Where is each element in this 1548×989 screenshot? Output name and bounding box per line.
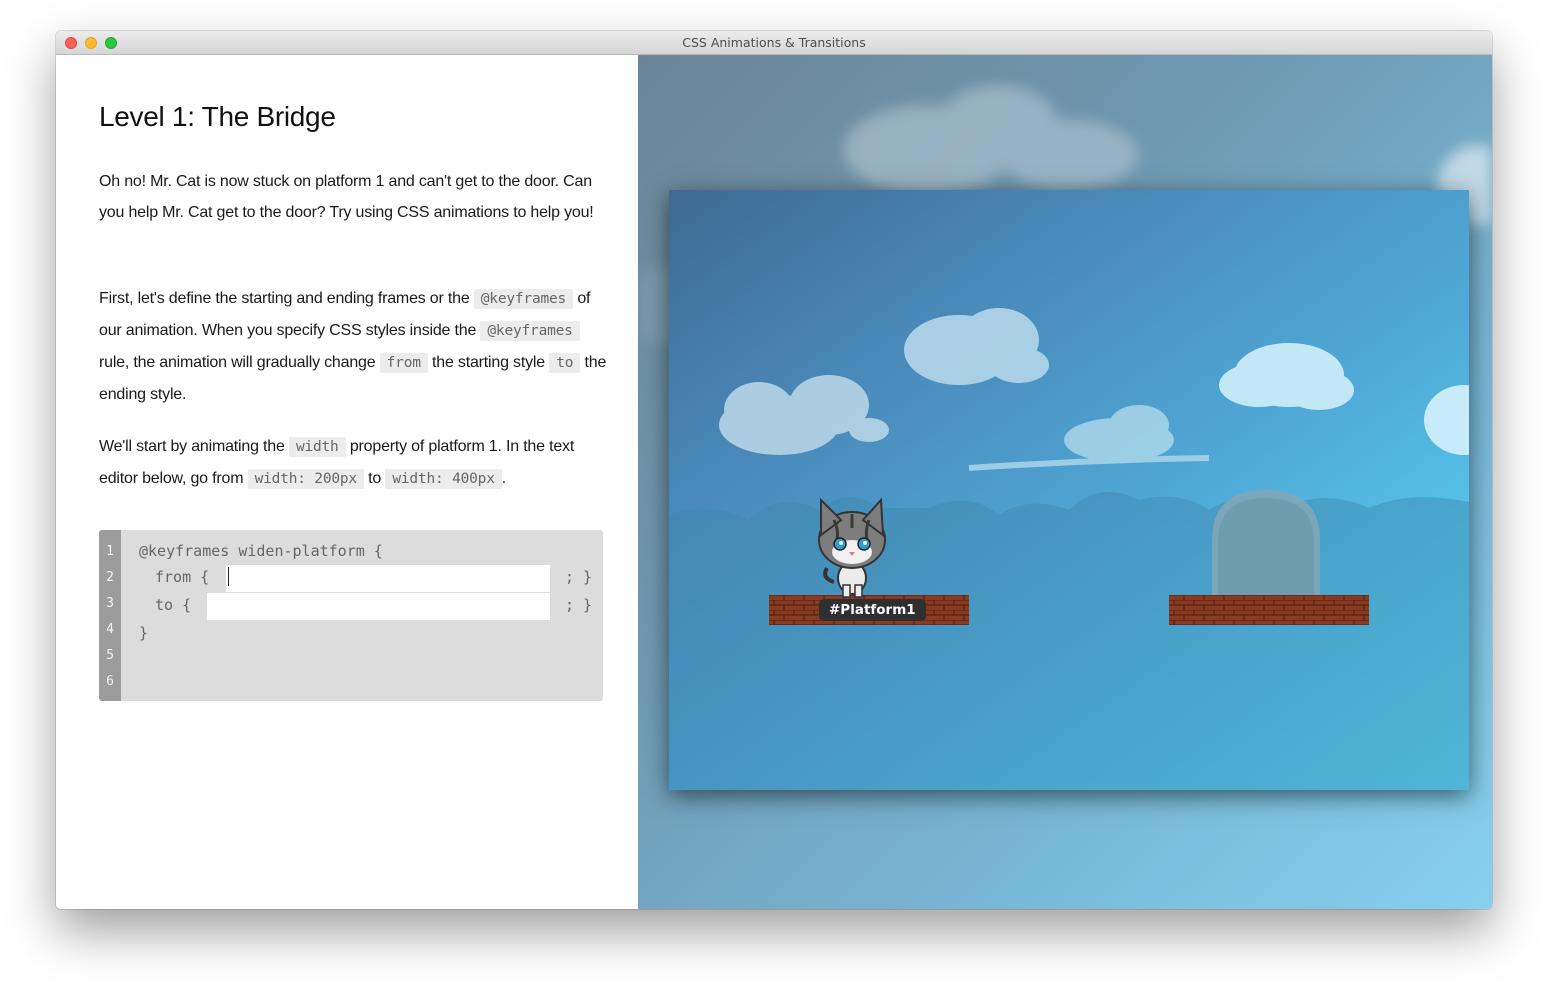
line-number: 5 <box>106 648 114 663</box>
inline-code-keyframes: @keyframes <box>473 289 574 309</box>
line-number-gutter: 1 2 3 4 5 6 <box>99 530 121 701</box>
cloud-icon <box>719 375 889 455</box>
from-value-input[interactable] <box>226 565 550 592</box>
paragraph-text: First, let's define the starting and end… <box>99 290 474 307</box>
line-number: 1 <box>106 544 114 559</box>
inline-code-keyframes: @keyframes <box>480 321 580 341</box>
line-number: 6 <box>106 674 114 689</box>
text-caret <box>228 567 229 586</box>
line-number: 2 <box>106 570 114 585</box>
code-line-close: } <box>139 624 149 642</box>
code-line-suffix: ; } <box>565 596 593 614</box>
cloud-icon <box>904 308 1049 385</box>
line-number: 3 <box>106 596 114 611</box>
code-line-suffix: ; } <box>565 568 593 586</box>
paragraph-text: the starting style <box>427 354 550 371</box>
paragraph-text: . <box>501 470 506 487</box>
inline-code-width-400: width: 400px <box>385 469 502 489</box>
inline-code-from: from <box>379 353 428 373</box>
platform-2 <box>1169 595 1369 625</box>
door-icon <box>1212 490 1320 595</box>
cloud-icon <box>1424 385 1469 455</box>
cloud-icon <box>968 405 1210 471</box>
intro-paragraph: Oh no! Mr. Cat is now stuck on platform … <box>99 173 594 221</box>
cloud-icon <box>1219 343 1354 410</box>
code-line-to: to { <box>155 596 192 614</box>
inline-code-width: width <box>288 437 346 457</box>
app-window: CSS Animations & Transitions Level 1: Th… <box>56 31 1492 909</box>
line-number: 4 <box>106 622 114 637</box>
game-preview-panel: #Platform1 <box>638 55 1492 909</box>
keyframes-paragraph: First, let's define the starting and end… <box>99 283 609 410</box>
to-value-input[interactable] <box>207 593 550 620</box>
task-paragraph: We'll start by animating the width prope… <box>99 431 609 495</box>
paragraph-text: to <box>363 470 386 487</box>
title-bar: CSS Animations & Transitions <box>56 31 1492 55</box>
inline-code-width-200: width: 200px <box>247 469 364 489</box>
code-line-from: from { <box>155 568 210 586</box>
inline-code-to: to <box>549 353 581 373</box>
game-scene <box>669 308 1469 790</box>
paragraph-text: rule, the animation will gradually chang… <box>99 354 380 371</box>
game-stage: #Platform1 <box>669 190 1469 790</box>
window-title: CSS Animations & Transitions <box>682 35 866 50</box>
level-title: Level 1: The Bridge <box>99 101 336 132</box>
paragraph-text: We'll start by animating the <box>99 438 289 455</box>
code-line-keyframes: @keyframes widen-platform { <box>139 542 383 560</box>
instructions-panel: Level 1: The Bridge Oh no! Mr. Cat is no… <box>56 55 638 909</box>
code-editor: 1 2 3 4 5 6 @keyframes widen-platform { … <box>99 530 603 701</box>
platform-label: #Platform1 <box>819 599 926 621</box>
